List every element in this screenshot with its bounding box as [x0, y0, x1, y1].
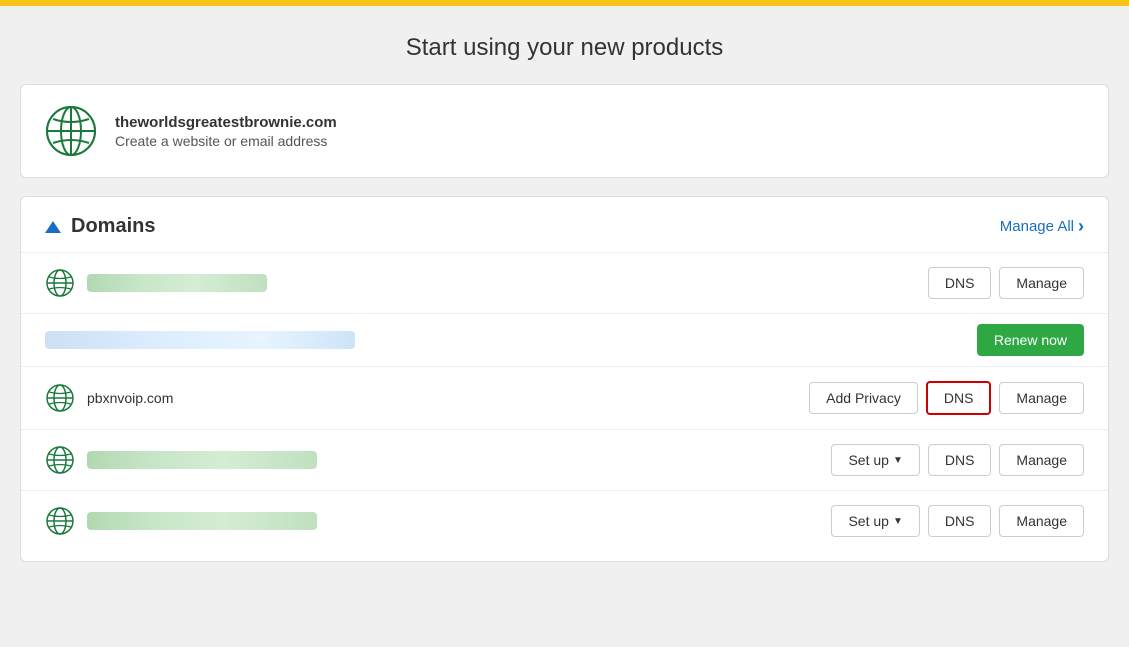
domain-icon-1 [45, 268, 75, 298]
dns-button-5[interactable]: DNS [928, 505, 992, 537]
domain-icon-3 [45, 383, 75, 413]
globe-icon [45, 105, 97, 157]
page-title: Start using your new products [0, 6, 1129, 84]
domain-row-4: Set up ▼ DNS Manage [21, 430, 1108, 491]
promo-card: theworldsgreatestbrownie.com Create a we… [20, 84, 1109, 178]
domain-row-1-left [45, 268, 914, 298]
manage-all-link[interactable]: Manage All › [1000, 216, 1084, 237]
domain-row-3: pbxnvoip.com Add Privacy DNS Manage [21, 367, 1108, 430]
domain-row-5-actions: Set up ▼ DNS Manage [831, 505, 1084, 537]
domains-section: Domains Manage All › DNS Manage [20, 196, 1109, 562]
promo-text: theworldsgreatestbrownie.com Create a we… [115, 114, 337, 149]
add-privacy-button[interactable]: Add Privacy [809, 382, 918, 414]
dns-button-3-highlighted[interactable]: DNS [926, 381, 992, 415]
dns-button-4[interactable]: DNS [928, 444, 992, 476]
dns-button-1[interactable]: DNS [928, 267, 992, 299]
domain-name-blurred-1 [87, 274, 267, 292]
manage-button-1[interactable]: Manage [999, 267, 1084, 299]
renew-now-button[interactable]: Renew now [977, 324, 1084, 356]
setup-button-5[interactable]: Set up ▼ [831, 505, 919, 537]
domain-name-blurred-5 [87, 512, 317, 530]
domain-row-5: Set up ▼ DNS Manage [21, 491, 1108, 551]
setup-label-4: Set up [848, 452, 888, 468]
promo-domain-name: theworldsgreatestbrownie.com [115, 114, 337, 131]
domain-icon-4 [45, 445, 75, 475]
chevron-right-icon: › [1078, 216, 1084, 237]
manage-all-label: Manage All [1000, 218, 1074, 235]
dropdown-arrow-5: ▼ [893, 516, 903, 527]
collapse-icon[interactable] [45, 221, 61, 233]
domain-row-1-actions: DNS Manage [928, 267, 1084, 299]
setup-button-4[interactable]: Set up ▼ [831, 444, 919, 476]
domain-row-2: Renew now [21, 314, 1108, 367]
manage-button-5[interactable]: Manage [999, 505, 1084, 537]
domains-header: Domains Manage All › [21, 197, 1108, 253]
dropdown-arrow-4: ▼ [893, 455, 903, 466]
domain-row-3-left: pbxnvoip.com [45, 383, 795, 413]
domain-row-4-left [45, 445, 817, 475]
domain-name-blurred-4 [87, 451, 317, 469]
domain-row-1: DNS Manage [21, 253, 1108, 314]
promo-sub-text: Create a website or email address [115, 133, 337, 149]
domain-row-3-actions: Add Privacy DNS Manage [809, 381, 1084, 415]
domain-row-4-actions: Set up ▼ DNS Manage [831, 444, 1084, 476]
manage-button-4[interactable]: Manage [999, 444, 1084, 476]
setup-label-5: Set up [848, 513, 888, 529]
domains-title: Domains [71, 215, 155, 238]
domain-row-5-left [45, 506, 817, 536]
domain-icon-5 [45, 506, 75, 536]
domain-name-blurred-2 [45, 331, 355, 349]
manage-button-3[interactable]: Manage [999, 382, 1084, 414]
domain-name-3: pbxnvoip.com [87, 390, 173, 406]
domains-header-left: Domains [45, 215, 155, 238]
